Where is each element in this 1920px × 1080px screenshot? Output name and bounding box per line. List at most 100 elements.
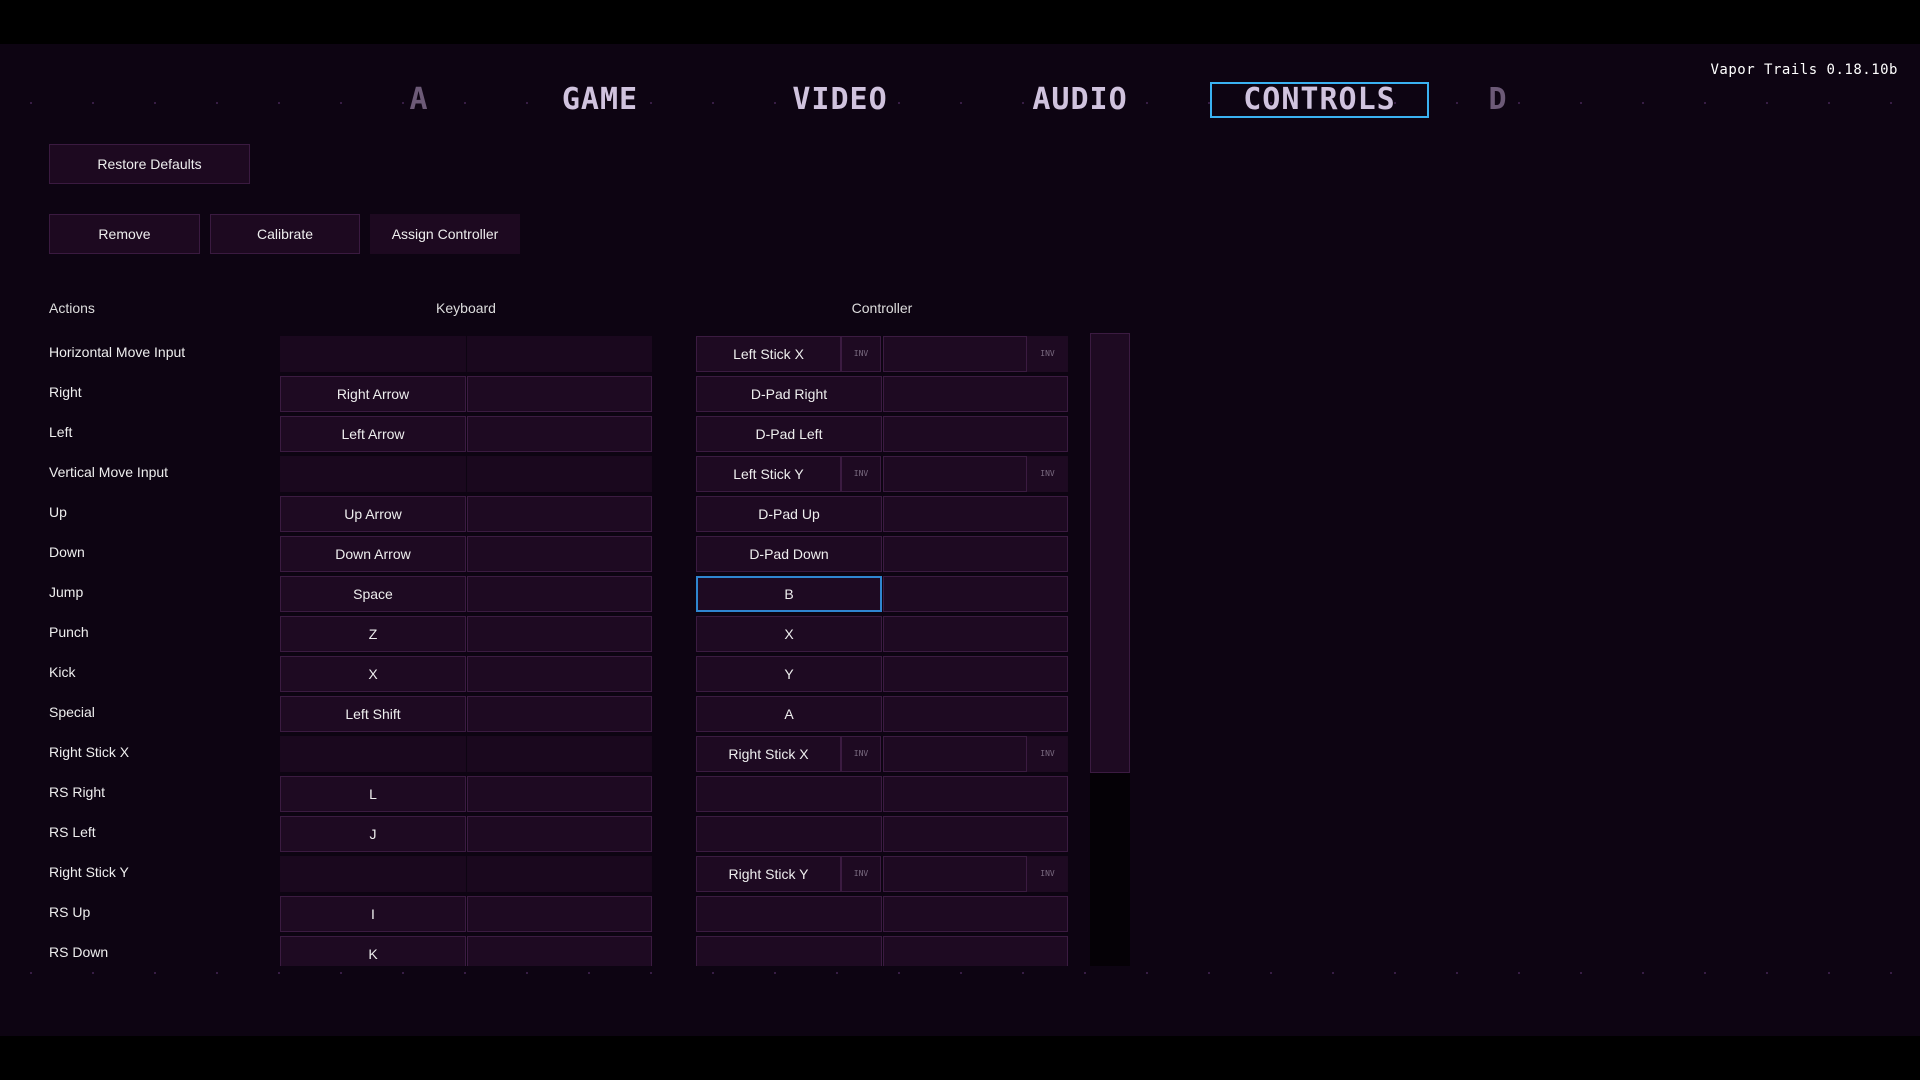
keyboard-binding-primary[interactable]: X (280, 656, 466, 692)
controller-binding-primary[interactable]: Left Stick Y (696, 456, 841, 492)
keyboard-header: Keyboard (436, 300, 496, 316)
controller-binding-secondary[interactable] (883, 336, 1027, 372)
controller-binding-secondary[interactable] (883, 496, 1068, 532)
action-label: Special (49, 704, 95, 720)
keyboard-binding-secondary[interactable] (467, 776, 652, 812)
action-label: Punch (49, 624, 89, 640)
controller-binding-primary[interactable]: D-Pad Left (696, 416, 882, 452)
controller-binding-primary[interactable]: D-Pad Down (696, 536, 882, 572)
controller-binding-primary[interactable] (696, 816, 882, 852)
action-label: Up (49, 504, 67, 520)
keyboard-binding-secondary[interactable] (467, 496, 652, 532)
tab-next-shoulder[interactable]: D (1474, 82, 1522, 118)
action-label: RS Left (49, 824, 96, 840)
controller-binding-primary[interactable]: Right Stick X (696, 736, 841, 772)
keyboard-binding-primary[interactable]: Down Arrow (280, 536, 466, 572)
keyboard-binding-primary[interactable] (280, 336, 466, 372)
keyboard-binding-secondary[interactable] (467, 656, 652, 692)
bindings-list: Horizontal Move Input Left Stick X INV INV R… (0, 330, 1920, 966)
controller-binding-secondary[interactable] (883, 376, 1068, 412)
keyboard-binding-secondary[interactable] (467, 936, 652, 966)
controller-binding-primary[interactable]: X (696, 616, 882, 652)
keyboard-binding-primary[interactable] (280, 736, 466, 772)
invert-axis-toggle[interactable]: INV (1027, 456, 1068, 492)
keyboard-binding-secondary[interactable] (467, 736, 652, 772)
keyboard-binding-primary[interactable]: Z (280, 616, 466, 652)
controller-header: Controller (851, 300, 913, 316)
keyboard-binding-secondary[interactable] (467, 336, 652, 372)
controller-binding-secondary[interactable] (883, 856, 1027, 892)
controller-binding-primary[interactable]: Y (696, 656, 882, 692)
keyboard-binding-primary[interactable]: Left Arrow (280, 416, 466, 452)
invert-axis-toggle[interactable]: INV (1027, 736, 1068, 772)
keyboard-binding-primary[interactable]: Up Arrow (280, 496, 466, 532)
controller-binding-primary[interactable]: A (696, 696, 882, 732)
invert-axis-toggle[interactable]: INV (841, 856, 881, 892)
controller-binding-primary[interactable] (696, 936, 882, 966)
keyboard-binding-primary[interactable]: I (280, 896, 466, 932)
controller-binding-secondary[interactable] (883, 936, 1068, 966)
controller-binding-secondary[interactable] (883, 536, 1068, 572)
keyboard-binding-primary[interactable]: Right Arrow (280, 376, 466, 412)
tab-controls[interactable]: CONTROLS (1210, 82, 1429, 118)
action-label: Vertical Move Input (49, 464, 169, 480)
keyboard-binding-secondary[interactable] (467, 696, 652, 732)
keyboard-binding-primary[interactable]: J (280, 816, 466, 852)
controller-binding-primary[interactable]: Left Stick X (696, 336, 841, 372)
assign-controller-button[interactable]: Assign Controller (370, 214, 520, 254)
calibrate-button[interactable]: Calibrate (210, 214, 360, 254)
keyboard-binding-secondary[interactable] (467, 416, 652, 452)
tab-audio[interactable]: AUDIO (1010, 82, 1150, 118)
controller-binding-secondary[interactable] (883, 656, 1068, 692)
controller-binding-secondary[interactable] (883, 736, 1027, 772)
controller-binding-primary[interactable]: D-Pad Up (696, 496, 882, 532)
action-label: Left (49, 424, 73, 440)
keyboard-binding-secondary[interactable] (467, 376, 652, 412)
controller-binding-primary[interactable] (696, 776, 882, 812)
tab-game[interactable]: GAME (530, 82, 670, 118)
controller-binding-secondary[interactable] (883, 816, 1068, 852)
restore-defaults-button[interactable]: Restore Defaults (49, 144, 250, 184)
keyboard-binding-secondary[interactable] (467, 816, 652, 852)
controller-binding-primary[interactable] (696, 896, 882, 932)
controller-binding-secondary[interactable] (883, 776, 1068, 812)
action-label: Down (49, 544, 85, 560)
invert-axis-toggle[interactable]: INV (841, 456, 881, 492)
controller-binding-secondary[interactable] (883, 896, 1068, 932)
controller-binding-primary[interactable]: B (696, 576, 882, 612)
controller-binding-secondary[interactable] (883, 456, 1027, 492)
controller-binding-secondary[interactable] (883, 576, 1068, 612)
action-label: RS Up (49, 904, 91, 920)
action-label: RS Right (49, 784, 106, 800)
action-label: Horizontal Move Input (49, 344, 186, 360)
divider-dots (0, 102, 1920, 104)
keyboard-binding-primary[interactable]: K (280, 936, 466, 966)
scrollbar-thumb[interactable] (1090, 333, 1130, 773)
controller-binding-primary[interactable]: Right Stick Y (696, 856, 841, 892)
remove-button[interactable]: Remove (49, 214, 200, 254)
divider-dots (0, 972, 1920, 974)
controller-binding-secondary[interactable] (883, 696, 1068, 732)
action-label: Right Stick X (49, 744, 130, 760)
keyboard-binding-primary[interactable] (280, 856, 466, 892)
keyboard-binding-secondary[interactable] (467, 456, 652, 492)
invert-axis-toggle[interactable]: INV (841, 736, 881, 772)
keyboard-binding-secondary[interactable] (467, 616, 652, 652)
keyboard-binding-secondary[interactable] (467, 896, 652, 932)
keyboard-binding-primary[interactable] (280, 456, 466, 492)
tab-prev-shoulder[interactable]: A (395, 82, 443, 118)
invert-axis-toggle[interactable]: INV (1027, 336, 1068, 372)
keyboard-binding-primary[interactable]: L (280, 776, 466, 812)
keyboard-binding-primary[interactable]: Space (280, 576, 466, 612)
tab-video[interactable]: VIDEO (770, 82, 910, 118)
keyboard-binding-primary[interactable]: Left Shift (280, 696, 466, 732)
keyboard-binding-secondary[interactable] (467, 536, 652, 572)
keyboard-binding-secondary[interactable] (467, 856, 652, 892)
keyboard-binding-secondary[interactable] (467, 576, 652, 612)
action-label: RS Down (49, 944, 109, 960)
controller-binding-primary[interactable]: D-Pad Right (696, 376, 882, 412)
controller-binding-secondary[interactable] (883, 616, 1068, 652)
controller-binding-secondary[interactable] (883, 416, 1068, 452)
invert-axis-toggle[interactable]: INV (1027, 856, 1068, 892)
invert-axis-toggle[interactable]: INV (841, 336, 881, 372)
